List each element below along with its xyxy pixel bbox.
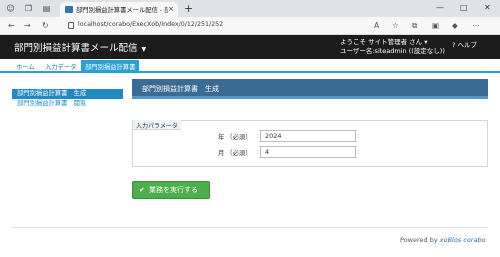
month-input[interactable]: 4 — [260, 146, 356, 158]
chevron-down-icon: ▼ — [141, 46, 147, 53]
more-icon[interactable]: ⋯ — [472, 21, 480, 30]
help-link[interactable]: ? ヘルプ — [452, 39, 477, 49]
tab-pl-statement[interactable]: 部門別損益計算書 — [81, 60, 140, 71]
browser-tab-bar: ☺ ❐ ▤ 部門別損益計算書メール配信 - 部門別 × + — □ ✕ — [0, 0, 500, 17]
year-label: 年 （必須） — [218, 134, 252, 141]
address-bar: ← → ↻ localhost/corabo/ExecXob/Index/0/1… — [0, 17, 500, 35]
back-icon[interactable]: ← — [8, 21, 15, 30]
favicon-icon — [65, 6, 73, 13]
workspaces-icon[interactable]: ❐ — [24, 4, 33, 13]
tab-actions-icon[interactable]: ▤ — [42, 4, 51, 13]
url-text: localhost/corabo/ExecXob/Index/0/12/251/… — [78, 21, 224, 28]
year-input[interactable]: 2024 — [260, 130, 356, 142]
app-tabs: ホーム 入力データ 部門別損益計算書 — [0, 59, 500, 73]
tab-home[interactable]: ホーム — [16, 62, 35, 71]
run-job-label: 業務を実行する — [149, 186, 198, 194]
sidebar: 部門別損益計算書 生成 部門別損益計算書 閲覧 — [12, 89, 123, 109]
read-aloud-icon[interactable]: A — [374, 21, 379, 30]
check-icon: ✔ — [139, 186, 145, 194]
copilot-icon[interactable]: ◆ — [452, 21, 458, 30]
sidebar-item-view[interactable]: 部門別損益計算書 閲覧 — [12, 99, 123, 109]
footer-divider — [12, 227, 488, 228]
month-label: 月 （必須） — [218, 150, 252, 157]
run-job-button[interactable]: ✔ 業務を実行する — [132, 181, 210, 199]
user-menu-caret-icon: ▾ — [424, 38, 428, 46]
tab-close-icon[interactable]: × — [168, 5, 174, 13]
welcome-text: ようこそ サイト管理者 さん — [340, 38, 423, 46]
forward-icon[interactable]: → — [24, 21, 31, 30]
panel-header: 部門別損益計算書 生成 — [132, 79, 488, 99]
params-label: 入力パラメータ — [133, 120, 181, 130]
refresh-icon[interactable]: ↻ — [42, 21, 49, 30]
footer: Powered by xoBlos corabo — [400, 236, 486, 244]
tab-input-data[interactable]: 入力データ — [45, 62, 76, 71]
powered-by-text: Powered by — [400, 236, 438, 244]
user-info[interactable]: ようこそ サイト管理者 さん ▾ ユーザー名:siteadmin ((設定なし)… — [340, 38, 445, 56]
close-window-button[interactable]: ✕ — [484, 3, 491, 12]
browser-tab-title: 部門別損益計算書メール配信 - 部門別 — [76, 7, 168, 14]
panel-title: 部門別損益計算書 生成 — [142, 85, 219, 93]
url-field[interactable]: localhost/corabo/ExecXob/Index/0/12/251/… — [68, 19, 368, 33]
collections-icon[interactable]: ▣ — [432, 21, 439, 30]
favorite-icon[interactable]: ☆ — [392, 21, 399, 30]
sidebar-item-generate[interactable]: 部門別損益計算書 生成 — [12, 89, 123, 99]
extensions-icon[interactable]: ⧉ — [412, 21, 417, 31]
app-header: 部門別損益計算書メール配信 ▼ ようこそ サイト管理者 さん ▾ ユーザー名:si… — [0, 35, 500, 59]
maximize-button[interactable]: □ — [460, 3, 468, 12]
app-title-text: 部門別損益計算書メール配信 — [14, 43, 138, 54]
app-title[interactable]: 部門別損益計算書メール配信 ▼ — [14, 40, 146, 54]
username-text: ユーザー名:siteadmin ((設定なし)) — [340, 47, 445, 55]
brand-link[interactable]: xoBlos corabo — [440, 236, 486, 244]
new-tab-button[interactable]: + — [184, 2, 193, 15]
minimize-button[interactable]: — — [436, 3, 444, 12]
browser-tab[interactable]: 部門別損益計算書メール配信 - 部門別 × — [60, 2, 178, 17]
lock-icon — [68, 22, 74, 29]
profile-icon[interactable]: ☺ — [6, 4, 15, 13]
params-panel — [132, 120, 488, 167]
